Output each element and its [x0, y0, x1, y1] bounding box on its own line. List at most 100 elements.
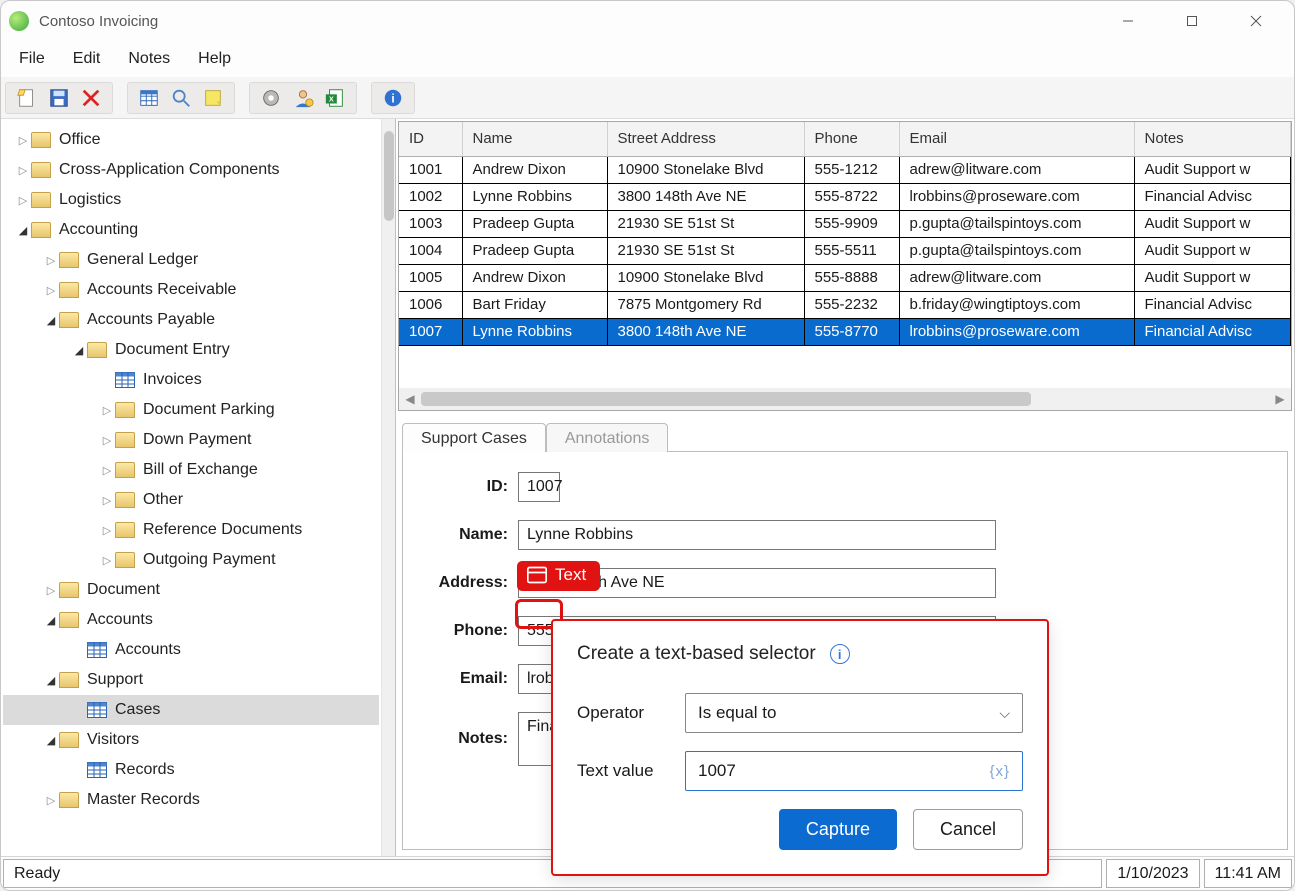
- tree-caret-icon[interactable]: ▷: [99, 404, 115, 417]
- cell[interactable]: 1004: [399, 237, 462, 264]
- cell[interactable]: Lynne Robbins: [462, 183, 607, 210]
- tree-folder-document-parking[interactable]: ▷Document Parking: [3, 395, 379, 425]
- id-field[interactable]: 1007: [518, 472, 560, 502]
- cell[interactable]: p.gupta@tailspintoys.com: [899, 210, 1134, 237]
- table-row[interactable]: 1002Lynne Robbins3800 148th Ave NE555-87…: [399, 183, 1291, 210]
- cell[interactable]: Audit Support w: [1134, 210, 1291, 237]
- tree-caret-icon[interactable]: ◢: [43, 734, 59, 747]
- tree-folder-visitors[interactable]: ◢Visitors: [3, 725, 379, 755]
- operator-select[interactable]: Is equal to ⌵: [685, 693, 1023, 733]
- cell[interactable]: 1002: [399, 183, 462, 210]
- tree-caret-icon[interactable]: ▷: [99, 494, 115, 507]
- table-row[interactable]: 1001Andrew Dixon10900 Stonelake Blvd555-…: [399, 156, 1291, 183]
- tree-caret-icon[interactable]: ▷: [99, 524, 115, 537]
- tab-support-cases[interactable]: Support Cases: [402, 423, 546, 452]
- cell[interactable]: 21930 SE 51st St: [607, 210, 804, 237]
- tree-caret-icon[interactable]: ▷: [15, 194, 31, 207]
- menu-edit[interactable]: Edit: [59, 44, 115, 74]
- cell[interactable]: Pradeep Gupta: [462, 237, 607, 264]
- tree-caret-icon[interactable]: ▷: [99, 554, 115, 567]
- info-icon[interactable]: i: [830, 644, 850, 664]
- tree-leaf-accounts[interactable]: Accounts: [3, 635, 379, 665]
- tree-caret-icon[interactable]: ▷: [43, 254, 59, 267]
- cell[interactable]: lrobbins@proseware.com: [899, 318, 1134, 345]
- scroll-right-icon[interactable]: ▶: [1269, 392, 1291, 406]
- table-row[interactable]: 1005Andrew Dixon10900 Stonelake Blvd555-…: [399, 264, 1291, 291]
- tree-caret-icon[interactable]: ▷: [15, 134, 31, 147]
- maximize-button[interactable]: [1174, 7, 1210, 35]
- close-button[interactable]: [1238, 7, 1274, 35]
- cell[interactable]: 555-5511: [804, 237, 899, 264]
- cell[interactable]: adrew@litware.com: [899, 156, 1134, 183]
- cell[interactable]: p.gupta@tailspintoys.com: [899, 237, 1134, 264]
- cell[interactable]: Financial Advisc: [1134, 291, 1291, 318]
- table-icon[interactable]: [136, 85, 162, 111]
- new-icon[interactable]: [14, 85, 40, 111]
- tree-caret-icon[interactable]: ◢: [43, 614, 59, 627]
- cell[interactable]: Lynne Robbins: [462, 318, 607, 345]
- tree-caret-icon[interactable]: ◢: [43, 314, 59, 327]
- tree-leaf-records[interactable]: Records: [3, 755, 379, 785]
- name-field[interactable]: Lynne Robbins: [518, 520, 996, 550]
- user-icon[interactable]: [290, 85, 316, 111]
- table-row[interactable]: 1006Bart Friday7875 Montgomery Rd555-223…: [399, 291, 1291, 318]
- tree-caret-icon[interactable]: ▷: [15, 164, 31, 177]
- tree-folder-down-payment[interactable]: ▷Down Payment: [3, 425, 379, 455]
- cell[interactable]: Pradeep Gupta: [462, 210, 607, 237]
- tree-folder-logistics[interactable]: ▷Logistics: [3, 185, 379, 215]
- tree-leaf-cases[interactable]: Cases: [3, 695, 379, 725]
- col-name[interactable]: Name: [462, 122, 607, 156]
- tree-folder-cross-application-components[interactable]: ▷Cross-Application Components: [3, 155, 379, 185]
- minimize-button[interactable]: [1110, 7, 1146, 35]
- grid-hscrollbar[interactable]: ◀ ▶: [399, 388, 1291, 410]
- cell[interactable]: 555-9909: [804, 210, 899, 237]
- tree-caret-icon[interactable]: ◢: [43, 674, 59, 687]
- cell[interactable]: Audit Support w: [1134, 156, 1291, 183]
- cell[interactable]: Financial Advisc: [1134, 183, 1291, 210]
- text-selector-badge[interactable]: Text: [517, 561, 600, 591]
- cell[interactable]: adrew@litware.com: [899, 264, 1134, 291]
- tree-caret-icon[interactable]: ▷: [99, 434, 115, 447]
- col-id[interactable]: ID: [399, 122, 462, 156]
- cell[interactable]: Andrew Dixon: [462, 264, 607, 291]
- col-email[interactable]: Email: [899, 122, 1134, 156]
- scroll-thumb[interactable]: [421, 392, 1031, 406]
- tree-caret-icon[interactable]: ▷: [43, 284, 59, 297]
- tree-folder-document-entry[interactable]: ◢Document Entry: [3, 335, 379, 365]
- scroll-thumb[interactable]: [384, 131, 394, 221]
- tree-folder-outgoing-payment[interactable]: ▷Outgoing Payment: [3, 545, 379, 575]
- note-icon[interactable]: [200, 85, 226, 111]
- tree-folder-office[interactable]: ▷Office: [3, 125, 379, 155]
- cell[interactable]: Audit Support w: [1134, 264, 1291, 291]
- cell[interactable]: 10900 Stonelake Blvd: [607, 264, 804, 291]
- tree-caret-icon[interactable]: ▷: [43, 794, 59, 807]
- cancel-button[interactable]: Cancel: [913, 809, 1023, 850]
- cell[interactable]: 555-2232: [804, 291, 899, 318]
- cell[interactable]: 10900 Stonelake Blvd: [607, 156, 804, 183]
- tree-folder-master-records[interactable]: ▷Master Records: [3, 785, 379, 815]
- cell[interactable]: 7875 Montgomery Rd: [607, 291, 804, 318]
- text-value-input[interactable]: 1007 {x}: [685, 751, 1023, 791]
- tree-folder-accounts[interactable]: ◢Accounts: [3, 605, 379, 635]
- tree-caret-icon[interactable]: ▷: [99, 464, 115, 477]
- cell[interactable]: lrobbins@proseware.com: [899, 183, 1134, 210]
- cell[interactable]: 3800 148th Ave NE: [607, 318, 804, 345]
- cell[interactable]: 555-8888: [804, 264, 899, 291]
- cell[interactable]: Andrew Dixon: [462, 156, 607, 183]
- cell[interactable]: 1005: [399, 264, 462, 291]
- cell[interactable]: 555-8722: [804, 183, 899, 210]
- capture-button[interactable]: Capture: [779, 809, 897, 850]
- tree-folder-other[interactable]: ▷Other: [3, 485, 379, 515]
- col-phone[interactable]: Phone: [804, 122, 899, 156]
- tree-leaf-invoices[interactable]: Invoices: [3, 365, 379, 395]
- tree-scrollbar[interactable]: [381, 119, 395, 856]
- cell[interactable]: b.friday@wingtiptoys.com: [899, 291, 1134, 318]
- tree-caret-icon[interactable]: ▷: [43, 584, 59, 597]
- excel-icon[interactable]: X: [322, 85, 348, 111]
- col-street-address[interactable]: Street Address: [607, 122, 804, 156]
- tree-folder-accounts-payable[interactable]: ◢Accounts Payable: [3, 305, 379, 335]
- scroll-left-icon[interactable]: ◀: [399, 392, 421, 406]
- cell[interactable]: 555-8770: [804, 318, 899, 345]
- table-row[interactable]: 1007Lynne Robbins3800 148th Ave NE555-87…: [399, 318, 1291, 345]
- col-notes[interactable]: Notes: [1134, 122, 1291, 156]
